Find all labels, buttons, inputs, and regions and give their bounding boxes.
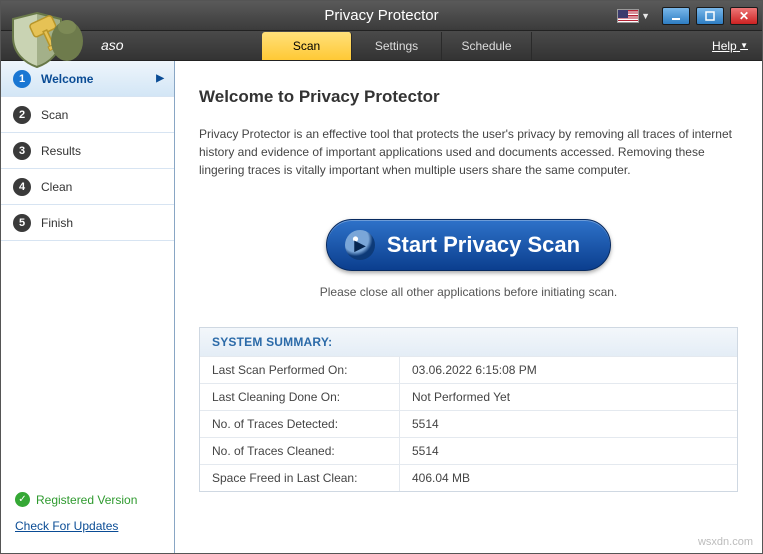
language-selector[interactable]: ▼ <box>617 9 650 23</box>
summary-row: Last Cleaning Done On: Not Performed Yet <box>200 383 737 410</box>
sidebar-step-results[interactable]: 3 Results <box>1 133 174 169</box>
titlebar: Privacy Protector ▼ ✕ <box>1 1 762 31</box>
sidebar-step-label: Results <box>41 144 81 158</box>
sidebar-step-finish[interactable]: 5 Finish <box>1 205 174 241</box>
start-scan-button[interactable]: ▶ Start Privacy Scan <box>326 219 611 271</box>
main-content: Welcome to Privacy Protector Privacy Pro… <box>175 61 762 553</box>
registration-status: ✓ Registered Version <box>15 492 174 507</box>
tab-scan[interactable]: Scan <box>262 32 352 60</box>
chevron-down-icon: ▼ <box>740 41 748 50</box>
sidebar-step-scan[interactable]: 2 Scan <box>1 97 174 133</box>
sidebar-step-label: Finish <box>41 216 73 230</box>
play-icon: ▶ <box>345 230 375 260</box>
summary-row: Space Freed in Last Clean: 406.04 MB <box>200 464 737 491</box>
menubar: aso Scan Settings Schedule Help ▼ <box>1 31 762 61</box>
summary-header: SYSTEM SUMMARY: <box>200 328 737 356</box>
system-summary: SYSTEM SUMMARY: Last Scan Performed On: … <box>199 327 738 492</box>
chevron-down-icon: ▼ <box>641 11 650 21</box>
scan-hint: Please close all other applications befo… <box>199 285 738 299</box>
page-description: Privacy Protector is an effective tool t… <box>199 125 738 179</box>
minimize-button[interactable] <box>662 7 690 25</box>
sidebar-step-label: Clean <box>41 180 72 194</box>
check-circle-icon: ✓ <box>15 492 30 507</box>
tab-settings[interactable]: Settings <box>352 32 442 60</box>
sidebar-step-label: Scan <box>41 108 68 122</box>
watermark: wsxdn.com <box>698 536 753 548</box>
brand-label: aso <box>101 37 124 53</box>
help-link[interactable]: Help ▼ <box>698 31 762 60</box>
close-button[interactable]: ✕ <box>730 7 758 25</box>
chevron-right-icon: ▶ <box>156 73 164 84</box>
page-title: Welcome to Privacy Protector <box>199 87 738 107</box>
tab-schedule[interactable]: Schedule <box>442 32 532 60</box>
app-title: Privacy Protector <box>324 7 438 24</box>
check-updates-link[interactable]: Check For Updates <box>15 519 118 533</box>
summary-row: No. of Traces Detected: 5514 <box>200 410 737 437</box>
summary-row: No. of Traces Cleaned: 5514 <box>200 437 737 464</box>
sidebar: 1 Welcome ▶ 2 Scan 3 Results 4 Clean 5 F… <box>1 61 175 553</box>
flag-us-icon <box>617 9 639 23</box>
app-logo-icon <box>9 9 87 74</box>
sidebar-step-clean[interactable]: 4 Clean <box>1 169 174 205</box>
summary-row: Last Scan Performed On: 03.06.2022 6:15:… <box>200 356 737 383</box>
maximize-button[interactable] <box>696 7 724 25</box>
